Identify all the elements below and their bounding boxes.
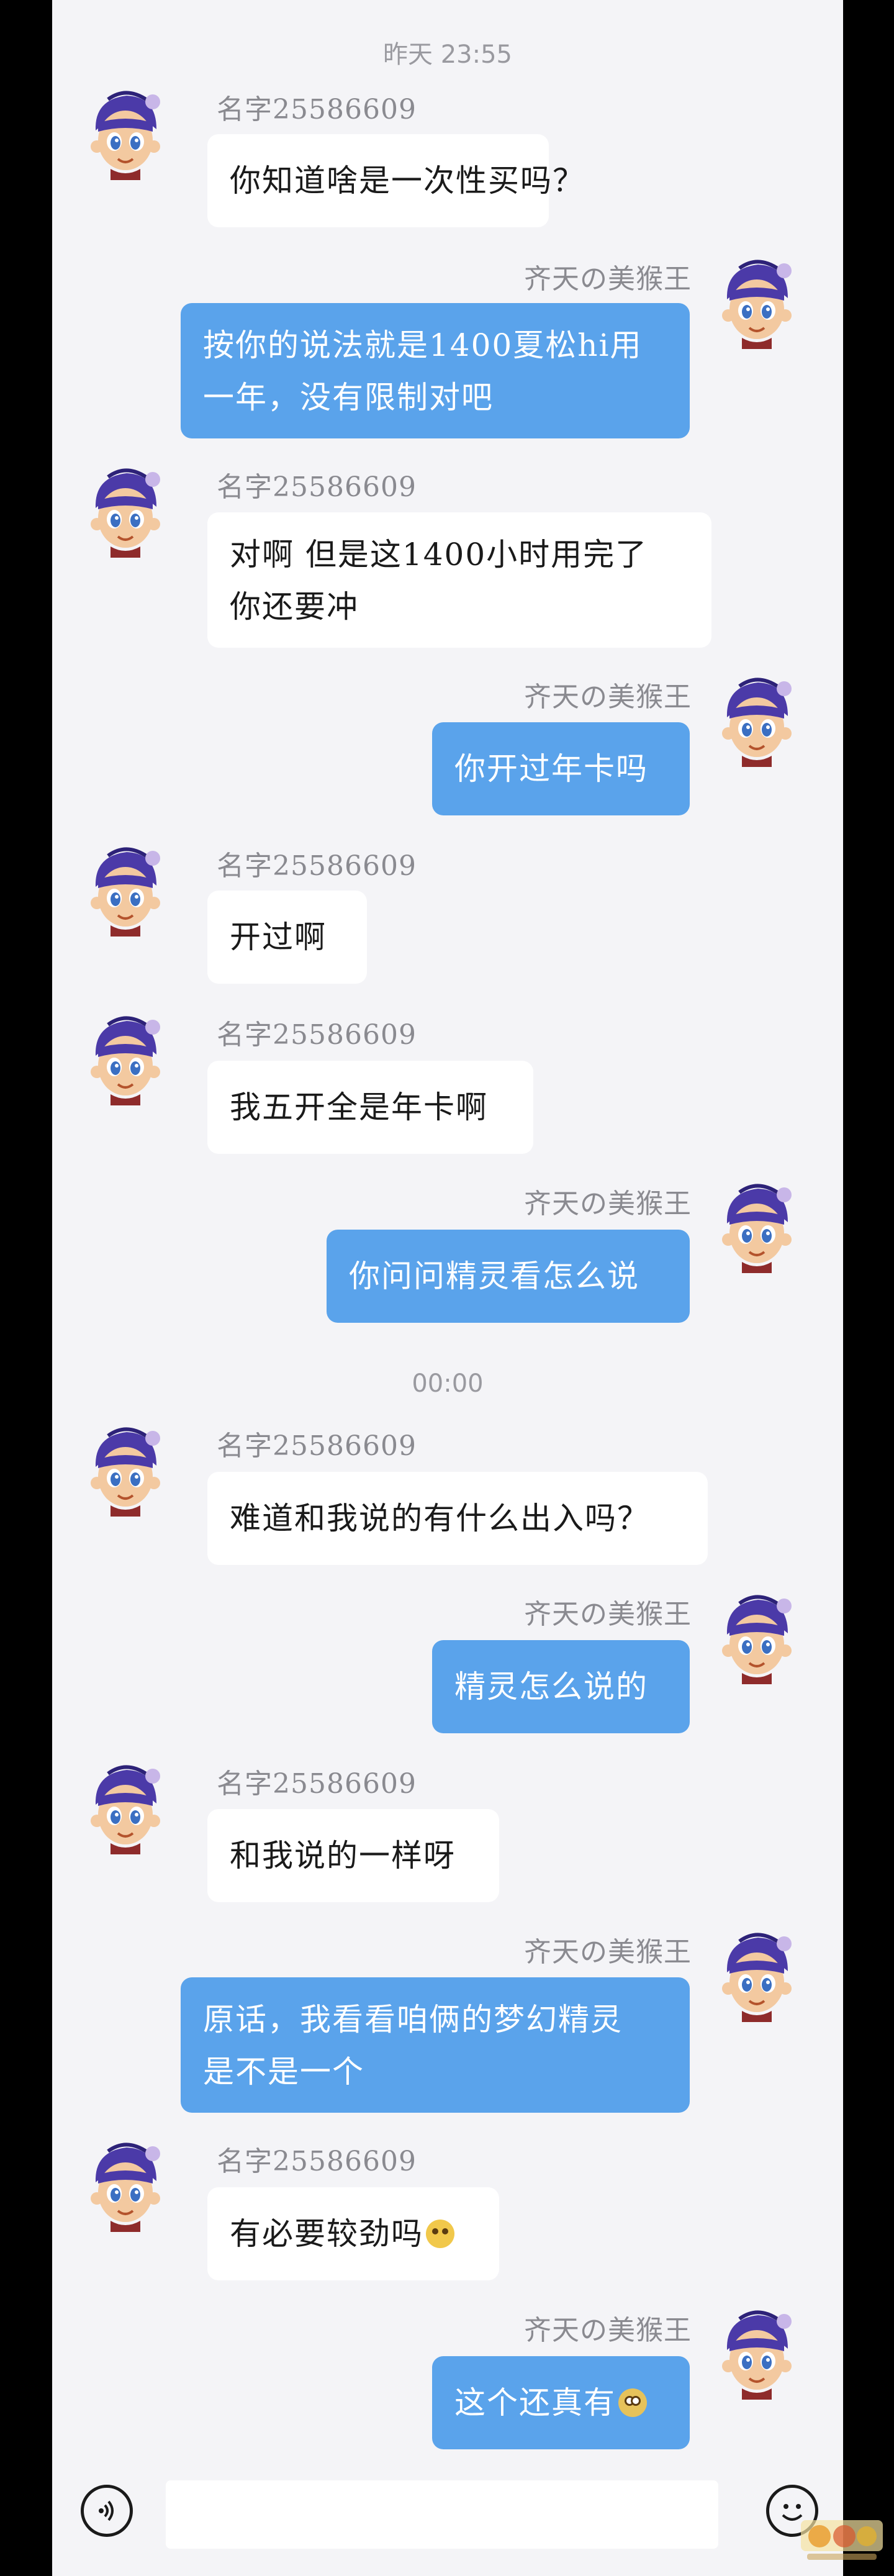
voice-button[interactable]	[81, 2485, 133, 2537]
site-watermark-logo	[801, 2520, 883, 2560]
message-text: 你还要冲	[230, 589, 359, 625]
input-bar	[52, 2453, 843, 2576]
message-text: 你问问精灵看怎么说	[349, 1258, 639, 1294]
avatar[interactable]	[83, 1761, 167, 1854]
message-bubble-outgoing[interactable]: 你开过年卡吗	[432, 722, 690, 815]
flushed-emoji-icon	[618, 2388, 647, 2417]
avatar[interactable]	[715, 2306, 798, 2400]
message-text: 开过啊	[230, 919, 327, 955]
message-bubble-incoming[interactable]: 我五开全是年卡啊	[207, 1061, 533, 1154]
avatar-portrait-icon	[722, 678, 792, 767]
message-text: 原话，我看看咱俩的梦幻精灵	[203, 2002, 623, 2038]
sender-name: 齐天の美猴王	[524, 1188, 692, 1220]
avatar-portrait-icon	[722, 260, 792, 349]
message-bubble-incoming[interactable]: 开过啊	[207, 891, 367, 984]
avatar[interactable]	[715, 256, 798, 349]
sender-name: 名字25586609	[217, 1430, 417, 1462]
sender-name: 齐天の美猴王	[524, 681, 692, 713]
message-bubble-outgoing[interactable]: 原话，我看看咱俩的梦幻精灵 是不是一个	[181, 1977, 690, 2113]
message-bubble-incoming[interactable]: 有必要较劲吗	[207, 2187, 499, 2280]
avatar-portrait-icon	[722, 1933, 792, 2022]
sender-name: 名字25586609	[217, 471, 417, 503]
sender-name: 名字25586609	[217, 1768, 417, 1800]
left-black-bar	[0, 0, 52, 2576]
avatar[interactable]	[83, 465, 167, 558]
avatar-portrait-icon	[91, 1427, 160, 1517]
sender-name: 齐天の美猴王	[524, 1599, 692, 1630]
avatar[interactable]	[715, 1929, 798, 2022]
message-text: 这个还真有	[454, 2385, 616, 2421]
message-bubble-outgoing[interactable]: 你问问精灵看怎么说	[327, 1230, 690, 1323]
message-text: 是不是一个	[203, 2054, 364, 2090]
chat-window: 昨天 23:55 名字25586609 你知道啥是一次性买吗？ 齐天の美猴王 按…	[52, 0, 843, 2576]
avatar-portrait-icon	[91, 91, 160, 180]
message-bubble-outgoing[interactable]: 这个还真有	[432, 2356, 690, 2449]
message-bubble-outgoing[interactable]: 精灵怎么说的	[432, 1640, 690, 1733]
sender-name: 齐天の美猴王	[524, 263, 692, 295]
avatar-portrait-icon	[91, 468, 160, 558]
message-text: 难道和我说的有什么出入吗？	[230, 1500, 649, 1536]
avatar-portrait-icon	[91, 1765, 160, 1854]
avatar[interactable]	[83, 87, 167, 180]
message-text: 和我说的一样呀	[230, 1838, 456, 1874]
raised-eyebrow-emoji-icon	[426, 2220, 454, 2248]
voice-icon	[99, 2500, 114, 2521]
message-text: 你知道啥是一次性买吗？	[230, 163, 585, 199]
message-text: 你开过年卡吗	[454, 751, 648, 787]
message-bubble-incoming[interactable]: 难道和我说的有什么出入吗？	[207, 1472, 708, 1565]
avatar[interactable]	[83, 1423, 167, 1517]
avatar[interactable]	[715, 1180, 798, 1273]
sender-name: 名字25586609	[217, 2146, 417, 2177]
avatar[interactable]	[715, 674, 798, 767]
right-black-bar	[843, 0, 894, 2576]
avatar[interactable]	[83, 1012, 167, 1105]
avatar-portrait-icon	[91, 2143, 160, 2232]
avatar[interactable]	[83, 843, 167, 937]
message-text: 有必要较劲吗	[230, 2216, 423, 2252]
message-text: 我五开全是年卡啊	[230, 1089, 488, 1125]
sender-name: 齐天の美猴王	[524, 1936, 692, 1968]
avatar[interactable]	[83, 2139, 167, 2232]
message-bubble-incoming[interactable]: 你知道啥是一次性买吗？	[207, 134, 585, 227]
message-text: 一年，没有限制对吧	[203, 379, 494, 415]
avatar-portrait-icon	[722, 2310, 792, 2400]
timestamp: 昨天 23:55	[383, 40, 512, 69]
message-text: 精灵怎么说的	[454, 1669, 648, 1705]
message-input[interactable]	[166, 2480, 718, 2549]
message-bubble-outgoing[interactable]: 按你的说法就是1400夏松hi用 一年，没有限制对吧	[181, 303, 690, 438]
sender-name: 名字25586609	[217, 1019, 417, 1051]
avatar-portrait-icon	[722, 1184, 792, 1273]
message-text: 按你的说法就是1400夏松hi用	[203, 327, 643, 363]
sender-name: 名字25586609	[217, 850, 417, 882]
message-bubble-incoming[interactable]: 和我说的一样呀	[207, 1809, 499, 1902]
avatar-portrait-icon	[91, 1016, 160, 1105]
avatar-portrait-icon	[722, 1595, 792, 1684]
message-text: 对啊 但是这1400小时用完了	[230, 537, 648, 573]
sender-name: 名字25586609	[217, 94, 417, 125]
sender-name: 齐天の美猴王	[524, 2315, 692, 2346]
timestamp: 00:00	[412, 1369, 484, 1398]
message-bubble-incoming[interactable]: 对啊 但是这1400小时用完了 你还要冲	[207, 512, 711, 648]
avatar-portrait-icon	[91, 847, 160, 937]
avatar[interactable]	[715, 1591, 798, 1684]
